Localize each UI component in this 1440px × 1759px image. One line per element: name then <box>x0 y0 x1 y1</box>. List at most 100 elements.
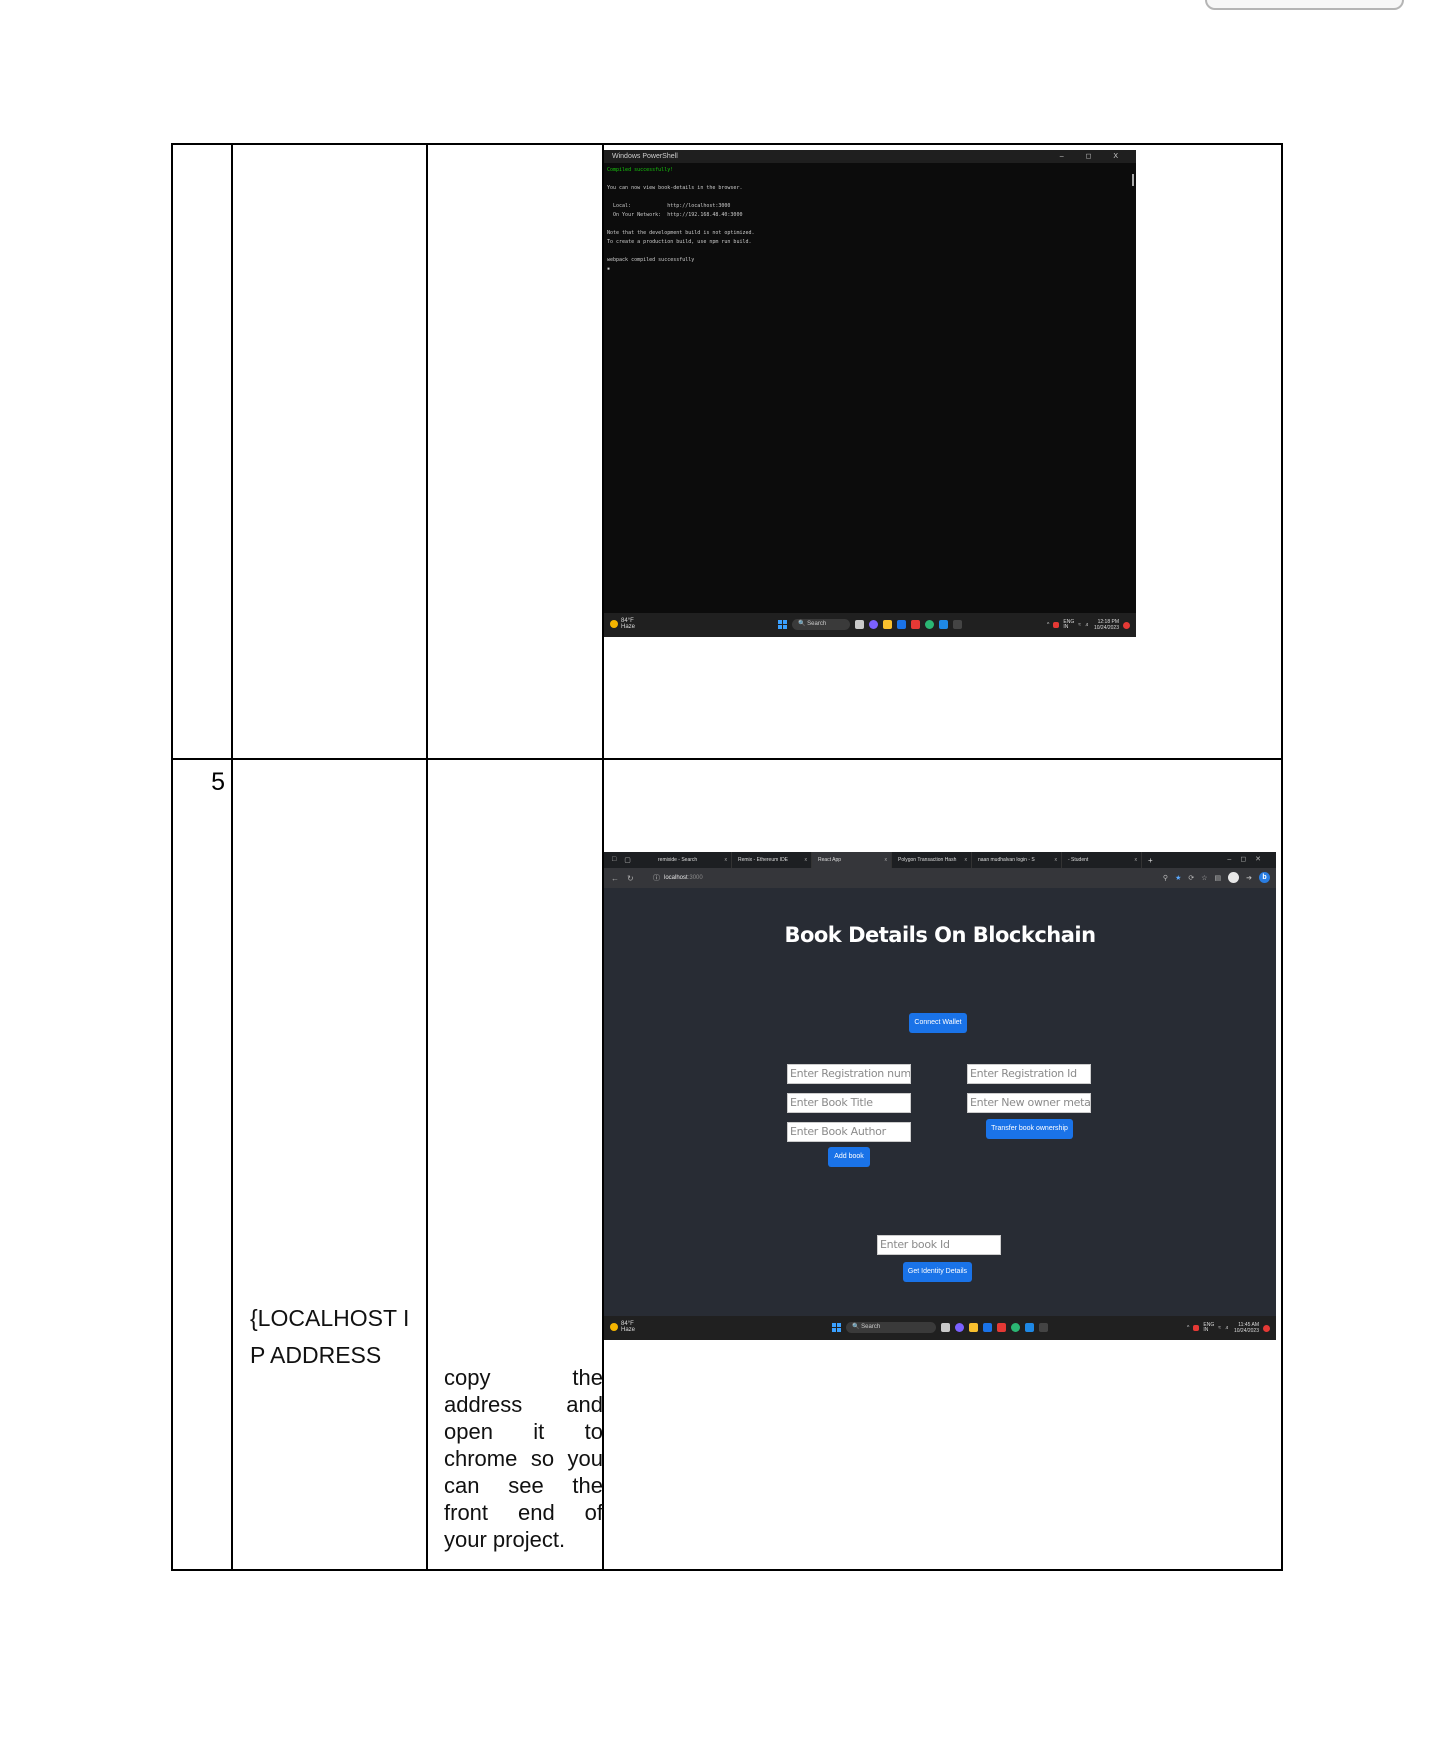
language-indicator[interactable]: ENG IN <box>1203 1323 1214 1333</box>
notification-icon[interactable] <box>1263 1324 1270 1332</box>
windows-taskbar: 84°F Haze 🔍 Search <box>604 1316 1276 1340</box>
clock[interactable]: 11:45 AM 10/24/2023 <box>1234 1322 1259 1334</box>
favorites-icon[interactable]: ☆ <box>1201 874 1207 882</box>
close-icon[interactable]: x <box>1055 852 1058 868</box>
windows-start-icon[interactable] <box>832 1323 841 1332</box>
taskbar-search[interactable]: 🔍 Search <box>792 619 850 630</box>
new-tab-icon[interactable]: + <box>1142 856 1153 865</box>
wifi-icon[interactable]: ≈ <box>1218 1325 1221 1331</box>
chat-app-icon[interactable] <box>955 1323 964 1332</box>
terminal-line: Compiled successfully! <box>607 167 674 173</box>
folder-app-icon[interactable] <box>883 620 892 629</box>
add-book-button[interactable]: Add book <box>828 1147 870 1167</box>
tab-student[interactable]: - Student x <box>1062 852 1142 868</box>
wifi-icon[interactable]: ≈ <box>1078 622 1081 628</box>
info-icon[interactable]: ⓘ <box>653 873 664 883</box>
terminal-app-icon[interactable] <box>1039 1323 1048 1332</box>
taskbar-search-label: Search <box>861 1324 881 1330</box>
vscode-app-icon[interactable] <box>1025 1323 1034 1332</box>
collections-icon[interactable]: ▤ <box>1215 874 1222 882</box>
nav-buttons[interactable]: ←↻ <box>604 874 653 883</box>
system-tray: ^ ENG IN ≈ ♬ 12:18 PM 10/24/2023 <box>1047 619 1130 631</box>
close-icon[interactable]: x <box>805 852 808 868</box>
file-app-icon[interactable] <box>855 620 864 629</box>
tab-search[interactable]: remixide - Search x <box>652 852 732 868</box>
taskbar-center: 🔍 Search <box>604 1322 1276 1333</box>
browser-toolbar: ⚲ ★ ⟳ ☆ ▤ ➔ b <box>1163 872 1270 883</box>
refresh-icon[interactable]: ⟳ <box>1188 874 1194 882</box>
url-field[interactable]: localhost:3000 <box>664 875 703 881</box>
tab-react-app[interactable]: React App x <box>812 852 892 868</box>
book-author-input[interactable]: Enter Book Author <box>787 1122 911 1142</box>
key-icon[interactable]: ⚲ <box>1163 874 1168 882</box>
new-owner-input[interactable]: Enter New owner metama <box>967 1093 1091 1113</box>
terminal-screenshot: Windows PowerShell – ◻ X Compiled succes… <box>604 150 1136 637</box>
windows-start-icon[interactable] <box>778 620 787 629</box>
transfer-ownership-button[interactable]: Transfer book ownership <box>986 1119 1073 1139</box>
tab-naan-mudhalvan[interactable]: naan mudhalvan login - S x <box>972 852 1062 868</box>
tab-list-icon[interactable]: ▢ <box>624 856 631 864</box>
tab-label: Remix - Ethereum IDE <box>738 857 789 863</box>
clock-date: 10/24/2023 <box>1233 1328 1259 1334</box>
registration-number-input[interactable]: Enter Registration numb <box>787 1064 911 1084</box>
terminal-app-icon[interactable] <box>953 620 962 629</box>
browser-app-icon[interactable] <box>1011 1323 1020 1332</box>
clock[interactable]: 12:18 PM 10/24/2023 <box>1094 619 1119 631</box>
language-indicator[interactable]: ENG IN <box>1063 620 1074 630</box>
chevron-up-icon[interactable]: ^ <box>1187 1325 1189 1331</box>
store-app-icon[interactable] <box>983 1323 992 1332</box>
close-icon[interactable]: x <box>1135 852 1138 868</box>
description-cell <box>426 143 604 760</box>
chat-app-icon[interactable] <box>869 620 878 629</box>
taskbar-search[interactable]: 🔍 Search <box>846 1322 936 1333</box>
security-app-icon[interactable] <box>911 620 920 629</box>
description-text: copy the address and open it to chrome s… <box>444 1365 603 1552</box>
clock-date: 10/24/2023 <box>1093 625 1119 631</box>
terminal-scrollbar[interactable] <box>1132 174 1134 186</box>
tab-polygon[interactable]: Polygon Transaction Hash x <box>892 852 972 868</box>
terminal-line: You can now view book-details in the bro… <box>607 185 743 191</box>
extensions-icon[interactable]: ➔ <box>1246 874 1252 882</box>
chevron-up-icon[interactable]: ^ <box>1047 622 1049 628</box>
vscode-app-icon[interactable] <box>939 620 948 629</box>
registration-id-input[interactable]: Enter Registration Id <box>967 1064 1091 1084</box>
window-controls[interactable]: – ◻ X <box>1060 150 1128 163</box>
volume-icon[interactable]: ♬ <box>1085 622 1090 628</box>
terminal-line: ▪ <box>607 266 611 272</box>
security-app-icon[interactable] <box>997 1323 1006 1332</box>
steps-table: Windows PowerShell – ◻ X Compiled succes… <box>171 143 1283 1571</box>
terminal-line: Note that the development build is not o… <box>607 230 755 236</box>
close-icon[interactable]: x <box>885 852 888 868</box>
tray-app-icon[interactable] <box>1053 622 1060 628</box>
page-title: Book Details On Blockchain <box>784 923 1096 947</box>
window-controls[interactable]: –◻✕ <box>1227 852 1270 868</box>
tab-label: Polygon Transaction Hash <box>898 857 957 863</box>
folder-app-icon[interactable] <box>969 1323 978 1332</box>
page-corner-tab <box>1205 0 1404 10</box>
bing-icon[interactable]: b <box>1259 872 1270 883</box>
terminal-output: Compiled successfully! You can now view … <box>604 163 1136 277</box>
book-id-input[interactable]: Enter book Id <box>877 1235 1001 1255</box>
notification-icon[interactable] <box>1123 621 1130 629</box>
book-title-input[interactable]: Enter Book Title <box>787 1093 911 1113</box>
volume-icon[interactable]: ♬ <box>1225 1325 1230 1331</box>
tab-label: React App <box>818 857 842 863</box>
url-port: :3000 <box>687 875 703 881</box>
command-cell <box>231 143 428 760</box>
star-icon[interactable]: ★ <box>1175 874 1181 882</box>
screenshot-cell: □ ▢ remixide - Search x Remix - Ethereum … <box>602 758 1283 1571</box>
workspaces-icon[interactable]: □ <box>612 856 616 864</box>
close-icon[interactable]: x <box>965 852 968 868</box>
close-icon[interactable]: x <box>725 852 728 868</box>
file-app-icon[interactable] <box>941 1323 950 1332</box>
avatar[interactable] <box>1228 872 1240 883</box>
store-app-icon[interactable] <box>897 620 906 629</box>
connect-wallet-button[interactable]: Connect Wallet <box>909 1013 967 1033</box>
tray-app-icon[interactable] <box>1193 1325 1200 1331</box>
get-identity-button[interactable]: Get Identity Details <box>903 1262 972 1282</box>
tab-remix[interactable]: Remix - Ethereum IDE x <box>732 852 812 868</box>
browser-app-icon[interactable] <box>925 620 934 629</box>
command-text: {LOCALHOST IP ADDRESS <box>250 1305 410 1368</box>
